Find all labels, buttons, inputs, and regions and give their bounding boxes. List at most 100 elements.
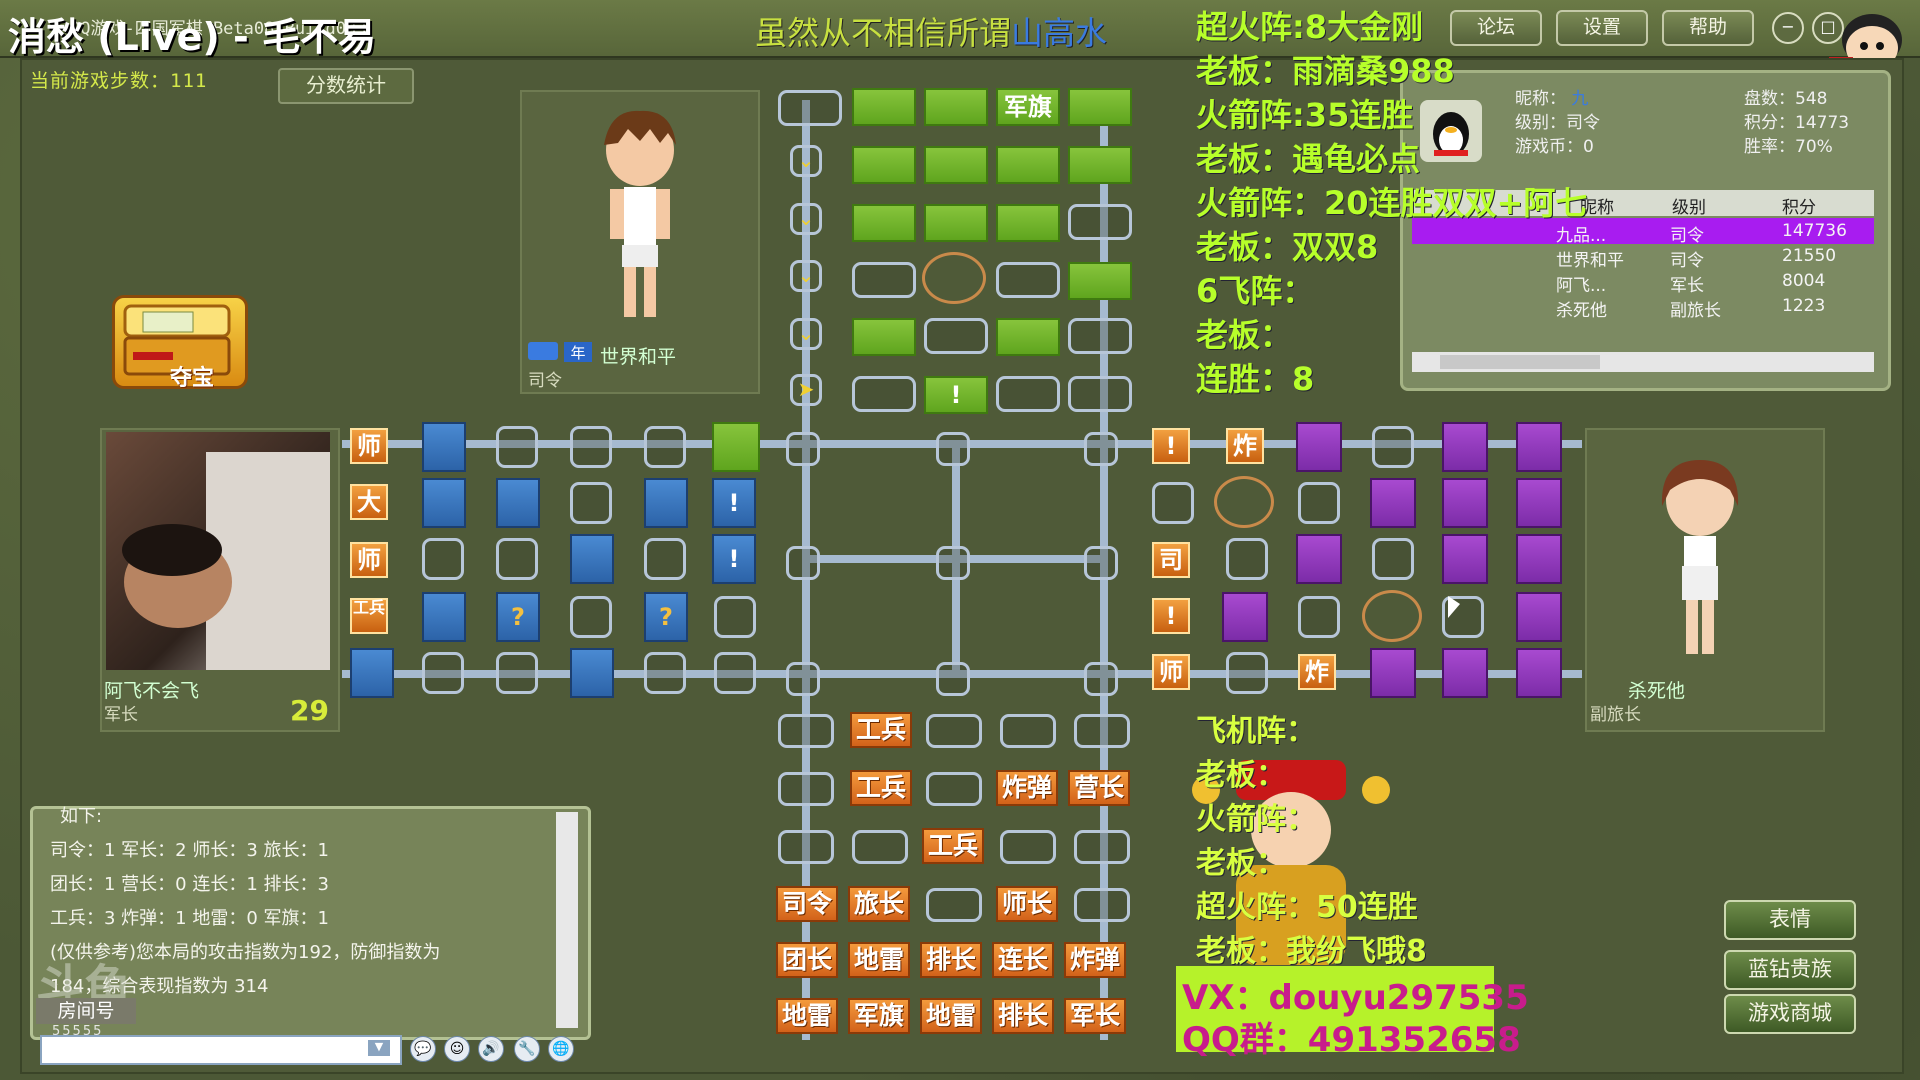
board-slot[interactable]: [778, 714, 834, 748]
board-slot[interactable]: [778, 90, 842, 126]
bottom-piece[interactable]: 连长: [992, 942, 1054, 978]
left-tag-1[interactable]: 师: [350, 428, 388, 464]
left-piece[interactable]: [422, 592, 466, 642]
bottom-piece[interactable]: 营长: [1068, 770, 1130, 806]
board-slot[interactable]: [1372, 538, 1414, 580]
help-button[interactable]: 帮助: [1662, 10, 1754, 46]
top-piece[interactable]: [996, 318, 1060, 356]
left-tag-4[interactable]: 工兵: [350, 598, 388, 634]
left-mark-piece[interactable]: !: [712, 478, 756, 528]
board-slot[interactable]: [778, 830, 834, 864]
left-mark-piece[interactable]: !: [712, 534, 756, 584]
smiley-icon[interactable]: ☺: [444, 1036, 470, 1062]
board-slot[interactable]: [1298, 482, 1340, 524]
right-piece[interactable]: [1442, 648, 1488, 698]
left-piece[interactable]: [422, 478, 466, 528]
board-slot[interactable]: [1084, 662, 1118, 696]
board-slot[interactable]: [644, 426, 686, 468]
board-slot[interactable]: [936, 432, 970, 466]
right-piece[interactable]: [1516, 648, 1562, 698]
right-piece[interactable]: [1296, 534, 1342, 584]
right-piece[interactable]: [1516, 422, 1562, 472]
top-piece[interactable]: [924, 204, 988, 242]
forum-button[interactable]: 论坛: [1450, 10, 1542, 46]
top-piece[interactable]: [924, 146, 988, 184]
bottom-piece[interactable]: 排长: [920, 942, 982, 978]
top-piece[interactable]: [1068, 88, 1132, 126]
board-slot[interactable]: [936, 546, 970, 580]
settings-button[interactable]: 设置: [1556, 10, 1648, 46]
bottom-piece[interactable]: 旅长: [848, 886, 910, 922]
board-slot[interactable]: [926, 714, 982, 748]
left-piece[interactable]: [422, 422, 466, 472]
left-piece[interactable]: [350, 648, 394, 698]
board-slot[interactable]: [996, 262, 1060, 298]
speaker-icon[interactable]: 🔊: [478, 1036, 504, 1062]
left-tag-3[interactable]: 师: [350, 542, 388, 578]
right-piece[interactable]: [1442, 478, 1488, 528]
board-slot[interactable]: [778, 772, 834, 806]
right-tag-2[interactable]: 炸: [1226, 428, 1264, 464]
board-slot[interactable]: [570, 596, 612, 638]
board-slot[interactable]: [644, 538, 686, 580]
board-slot[interactable]: [496, 538, 538, 580]
bottom-piece[interactable]: 师长: [996, 886, 1058, 922]
top-piece[interactable]: [996, 146, 1060, 184]
right-piece[interactable]: [1370, 478, 1416, 528]
camp-slot[interactable]: [1214, 476, 1274, 528]
right-tag-4[interactable]: !: [1152, 598, 1190, 634]
bottom-piece[interactable]: 地雷: [776, 998, 838, 1034]
board-slot[interactable]: [926, 888, 982, 922]
right-tag-6[interactable]: 炸: [1298, 654, 1336, 690]
left-piece[interactable]: [496, 478, 540, 528]
board-slot[interactable]: [1074, 888, 1130, 922]
top-mark-piece[interactable]: !: [924, 376, 988, 414]
board-slot[interactable]: [996, 376, 1060, 412]
col-header-score[interactable]: 积分: [1782, 193, 1816, 218]
chat-input[interactable]: [40, 1035, 402, 1065]
bottom-piece[interactable]: 炸弹: [996, 770, 1058, 806]
board-slot[interactable]: [1152, 482, 1194, 524]
speech-bubble-icon[interactable]: 💬: [410, 1036, 436, 1062]
top-piece[interactable]: [852, 204, 916, 242]
board-slot[interactable]: [852, 262, 916, 298]
bottom-piece[interactable]: 司令: [776, 886, 838, 922]
board-slot[interactable]: [1084, 432, 1118, 466]
chevron-down-icon[interactable]: ▼: [368, 1040, 390, 1056]
left-green-piece[interactable]: [712, 422, 760, 472]
bottom-piece[interactable]: 工兵: [850, 770, 912, 806]
board-slot[interactable]: [1226, 652, 1268, 694]
wrench-icon[interactable]: 🔧: [514, 1036, 540, 1062]
camp-slot[interactable]: [922, 252, 986, 304]
right-piece[interactable]: [1370, 648, 1416, 698]
bottom-piece[interactable]: 地雷: [920, 998, 982, 1034]
top-piece[interactable]: [996, 204, 1060, 242]
board-slot[interactable]: [786, 662, 820, 696]
emoticon-button[interactable]: 表情: [1724, 900, 1856, 940]
board-slot[interactable]: [1226, 538, 1268, 580]
right-piece[interactable]: [1442, 534, 1488, 584]
top-flag-piece[interactable]: 军旗: [996, 88, 1060, 126]
right-piece[interactable]: [1222, 592, 1268, 642]
board-slot[interactable]: [786, 432, 820, 466]
bottom-piece[interactable]: 团长: [776, 942, 838, 978]
board-slot[interactable]: [570, 482, 612, 524]
left-tag-2[interactable]: 大: [350, 484, 388, 520]
board-slot[interactable]: [1068, 376, 1132, 412]
board-slot[interactable]: [1000, 830, 1056, 864]
minimize-icon[interactable]: −: [1772, 12, 1804, 44]
board-slot[interactable]: [1000, 714, 1056, 748]
board-slot[interactable]: [714, 596, 756, 638]
board-slot[interactable]: [1084, 546, 1118, 580]
left-unknown-piece[interactable]: ?: [644, 592, 688, 642]
left-piece[interactable]: [570, 648, 614, 698]
camp-slot[interactable]: [1362, 590, 1422, 642]
game-shop-button[interactable]: 游戏商城: [1724, 994, 1856, 1034]
bottom-piece[interactable]: 军长: [1064, 998, 1126, 1034]
board-slot[interactable]: [924, 318, 988, 354]
left-piece[interactable]: [570, 534, 614, 584]
left-unknown-piece[interactable]: ?: [496, 592, 540, 642]
right-tag-1[interactable]: !: [1152, 428, 1190, 464]
board-slot[interactable]: [1298, 596, 1340, 638]
right-piece[interactable]: [1442, 422, 1488, 472]
